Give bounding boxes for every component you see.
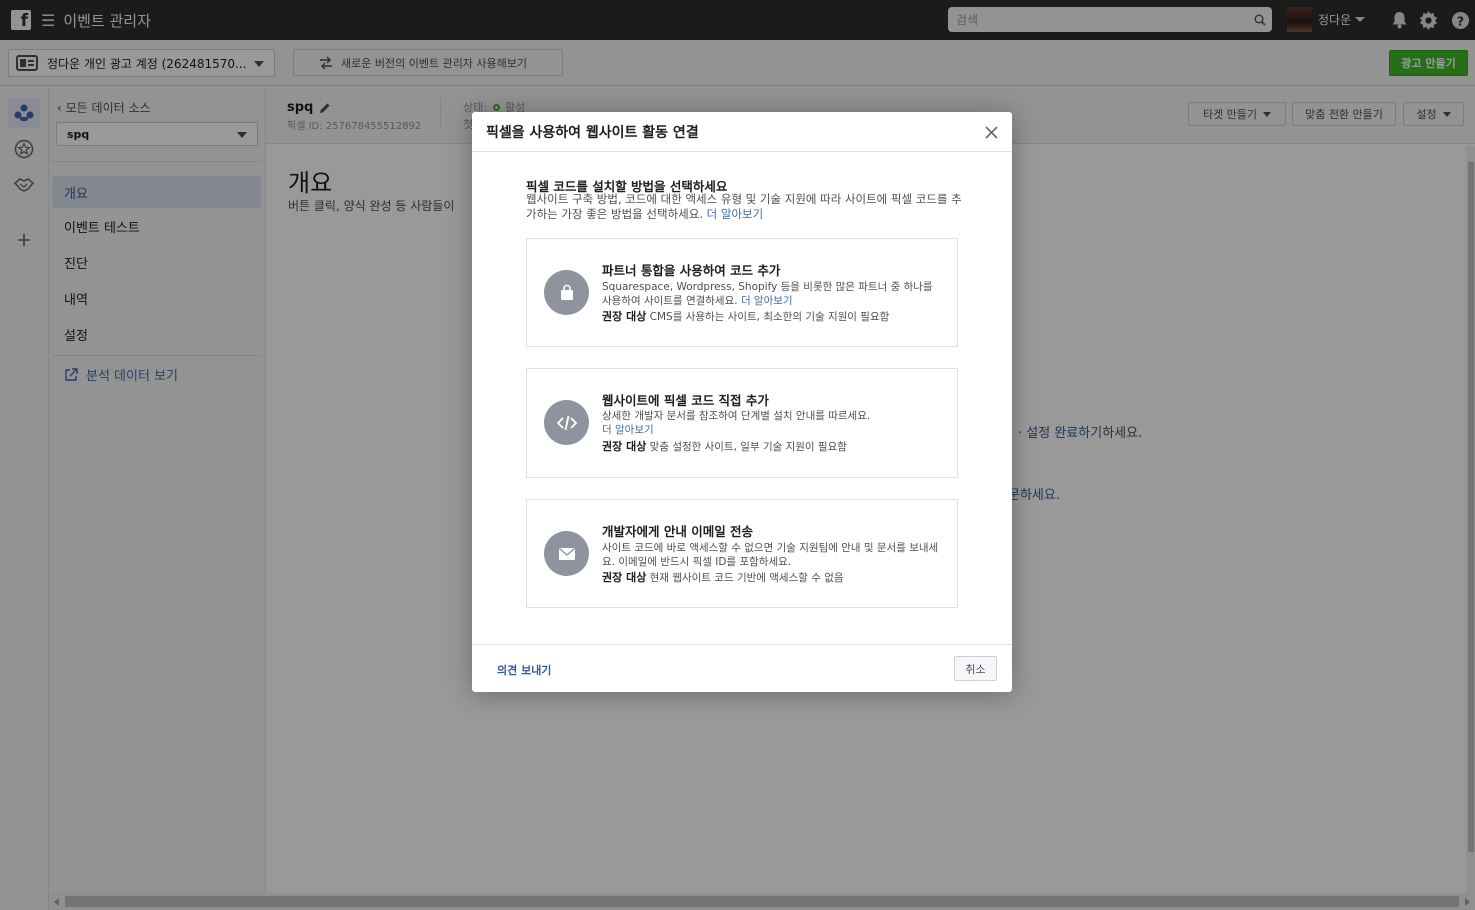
option-description-text: 상세한 개발자 문서를 참조하여 단계별 설치 안내를 따르세요. [602,410,871,422]
dialog-title: 픽셀을 사용하여 웹사이트 활동 연결 [486,124,699,141]
recommended-text: 맞춤 설정한 사이트, 일부 기술 지원이 필요함 [649,441,847,453]
recommended-label: 권장 대상 [602,310,647,323]
option-description: Squarespace, Wordpress, Shopify 등을 비롯한 많… [602,280,944,308]
partner-integration-option[interactable]: 파트너 통합을 사용하여 코드 추가 Squarespace, Wordpres… [526,238,958,347]
option-title: 개발자에게 안내 이메일 전송 [602,524,754,539]
shopping-bag-icon [544,270,589,315]
learn-more-link[interactable]: 더 알아보기 [602,424,654,436]
option-description: 사이트 코드에 바로 액세스할 수 없으면 기술 지원팀에 안내 및 문서를 보… [602,542,939,568]
recommended-label: 권장 대상 [602,440,647,453]
send-feedback-link[interactable]: 의견 보내기 [497,662,551,678]
recommended-for: 권장 대상 현재 웹사이트 코드 기반에 액세스할 수 없음 [602,569,844,585]
learn-more-link[interactable]: 더 알아보기 [707,207,764,221]
option-description: 상세한 개발자 문서를 참조하여 단계별 설치 안내를 따르세요. 더 알아보기 [602,409,944,437]
connect-website-dialog: 픽셀을 사용하여 웹사이트 활동 연결 픽셀 코드를 설치할 방법을 선택하세요… [472,112,1012,692]
option-title: 웹사이트에 픽셀 코드 직접 추가 [602,393,769,408]
dialog-header: 픽셀을 사용하여 웹사이트 활동 연결 [472,112,1012,152]
recommended-for: 권장 대상 맞춤 설정한 사이트, 일부 기술 지원이 필요함 [602,438,847,454]
recommended-text: 현재 웹사이트 코드 기반에 액세스할 수 없음 [649,572,844,584]
recommended-label: 권장 대상 [602,571,647,584]
install-method-description: 웹사이트 구축 방법, 코드에 대한 액세스 유형 및 기술 지원에 따라 사이… [526,192,962,222]
recommended-text: CMS를 사용하는 사이트, 최소한의 기술 지원이 필요함 [649,311,890,323]
envelope-icon [544,531,589,576]
dialog-footer: 의견 보내기 취소 [472,644,1012,692]
cancel-button[interactable]: 취소 [954,656,997,681]
recommended-for: 권장 대상 CMS를 사용하는 사이트, 최소한의 기술 지원이 필요함 [602,308,889,324]
close-icon[interactable] [980,121,1002,143]
code-icon [544,400,589,445]
manual-install-option[interactable]: 웹사이트에 픽셀 코드 직접 추가 상세한 개발자 문서를 참조하여 단계별 설… [526,368,958,478]
option-title: 파트너 통합을 사용하여 코드 추가 [602,263,781,278]
email-developer-option[interactable]: 개발자에게 안내 이메일 전송 사이트 코드에 바로 액세스할 수 없으면 기술… [526,499,958,608]
learn-more-link[interactable]: 더 알아보기 [741,295,793,307]
